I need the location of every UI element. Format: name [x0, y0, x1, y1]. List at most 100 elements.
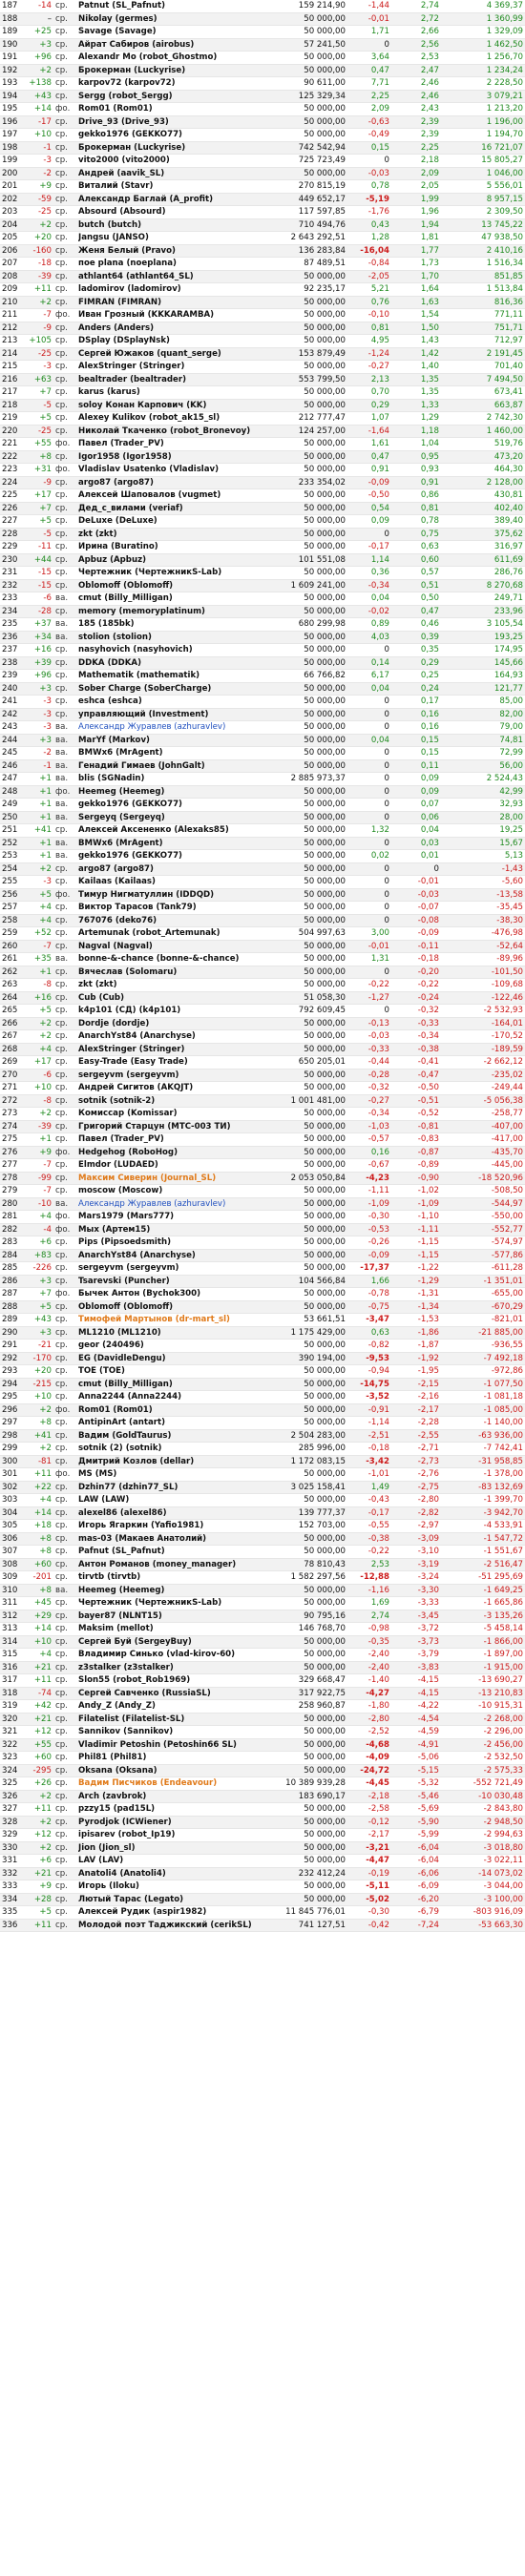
participant-name-cell[interactable]: moscow (Moscow)	[78, 1185, 274, 1197]
participant-name-cell[interactable]: Elmdor (LUDAED)	[78, 1159, 274, 1172]
participant-name-cell[interactable]: AlexStringer (Stringer)	[78, 361, 274, 373]
participant-name-cell[interactable]: Pips (Pipsoedsmith)	[78, 1236, 274, 1249]
participant-name-cell[interactable]: Игорь (Iloku)	[78, 1880, 274, 1893]
participant-name-cell[interactable]: Виталий (Stavr)	[78, 180, 274, 193]
participant-name-cell[interactable]: athlant64 (athlant64_SL)	[78, 271, 274, 283]
participant-name-cell[interactable]: 767076 (deko76)	[78, 915, 274, 927]
participant-name-cell[interactable]: Alexandr Mo (robot_Ghostmo)	[78, 52, 274, 64]
participant-name-cell[interactable]: Drive_93 (Drive_93)	[78, 116, 274, 129]
participant-name-cell[interactable]: TOE (TOE)	[78, 1365, 274, 1378]
participant-name-cell[interactable]: Ирина (Buratino)	[78, 541, 274, 553]
participant-name-cell[interactable]: Absourd (Absourd)	[78, 206, 274, 218]
participant-name-cell[interactable]: Мых (Артем15)	[78, 1224, 274, 1236]
participant-name-cell[interactable]: Сергей Савченко (RussiaSL)	[78, 1688, 274, 1700]
participant-name-cell[interactable]: AnarchYst84 (Anarchyse)	[78, 1250, 274, 1262]
participant-name-cell[interactable]: geor (240496)	[78, 1340, 274, 1352]
participant-name-cell[interactable]: Лютый Тарас (Legato)	[78, 1894, 274, 1906]
participant-name-cell[interactable]: Тимофей Мартынов (dr-mart_sl)	[78, 1314, 274, 1326]
participant-name-cell[interactable]: Дмитрий Козлов (dellar)	[78, 1456, 274, 1468]
participant-name-cell[interactable]: Сергей Южаков (quant_serge)	[78, 348, 274, 361]
participant-name-cell[interactable]: MS (MS)	[78, 1468, 274, 1481]
participant-name-cell[interactable]: Sober Charge (SoberCharge)	[78, 683, 274, 696]
participant-name-cell[interactable]: bonne-&-chance (bonne-&-chance)	[78, 953, 274, 966]
participant-name-cell[interactable]: Антон Романов (money_manager)	[78, 1559, 274, 1571]
participant-name-cell[interactable]: Николай Ткаченко (robot_Bronevoy)	[78, 426, 274, 438]
participant-name-cell[interactable]: bayer87 (NLNT15)	[78, 1610, 274, 1623]
participant-name-cell[interactable]: Anders (Anders)	[78, 322, 274, 335]
participant-name-cell[interactable]: AntipinArt (antart)	[78, 1417, 274, 1429]
participant-name-cell[interactable]: Вадим Писчиков (Endeavour)	[78, 1777, 274, 1790]
participant-name-cell[interactable]: ipisarev (robot_Ip19)	[78, 1829, 274, 1841]
participant-name-cell[interactable]: Kailaas (Kailaas)	[78, 876, 274, 888]
participant-name-cell[interactable]: sotnik (sotnik-2)	[78, 1095, 274, 1108]
participant-name-cell[interactable]: Генадий Гимаев (JohnGalt)	[78, 760, 274, 773]
participant-name-cell[interactable]: управляющий (Investment)	[78, 709, 274, 721]
participant-name-cell[interactable]: z3stalker (z3stalker)	[78, 1662, 274, 1674]
participant-name-cell[interactable]: Andy_Z (Andy_Z)	[78, 1700, 274, 1713]
participant-name-cell[interactable]: ladomirov (ladomirov)	[78, 283, 274, 296]
participant-name-cell[interactable]: gekko1976 (GEKKO77)	[78, 850, 274, 862]
participant-name-cell[interactable]: Apbuz (Apbuz)	[78, 554, 274, 567]
participant-name-cell[interactable]: DeLuxe (DeLuxe)	[78, 515, 274, 528]
participant-name-cell[interactable]: Виктор Тарасов (Tank79)	[78, 902, 274, 914]
participant-name-cell[interactable]: AlexStringer (Stringer)	[78, 1044, 274, 1056]
participant-name-cell[interactable]: Oblomoff (Oblomoff)	[78, 1301, 274, 1314]
participant-name-cell[interactable]: Sannikov (Sannikov)	[78, 1726, 274, 1738]
participant-name-cell[interactable]: Sergg (robot_Sergg)	[78, 91, 274, 103]
participant-name-cell[interactable]: butch (butch)	[78, 219, 274, 232]
participant-name-cell[interactable]: Pyrodjok (ICWiener)	[78, 1817, 274, 1829]
participant-name-cell[interactable]: Павел (Trader_PV)	[78, 1133, 274, 1146]
participant-name-cell[interactable]: Patnut (SL_Pafnut)	[78, 0, 274, 12]
participant-name-cell[interactable]: Dordje (dordje)	[78, 1018, 274, 1030]
participant-name-cell[interactable]: Владимир Синько (vlad-kirov-60)	[78, 1649, 274, 1661]
participant-name-cell[interactable]: Nikolay (germes)	[78, 13, 274, 26]
participant-name-cell[interactable]: Slon55 (robot_Rob1969)	[78, 1674, 274, 1687]
participant-name-cell[interactable]: Вячеслав (Solomaru)	[78, 966, 274, 979]
participant-name-cell[interactable]: Чертежник (ЧертежникS-Lab)	[78, 567, 274, 579]
participant-name-cell[interactable]: Vladislav Usatenko (Vladislav)	[78, 464, 274, 476]
participant-name-cell[interactable]: bealtrader (bealtrader)	[78, 374, 274, 386]
participant-name-cell[interactable]: Сергей Буй (SergeyBuy)	[78, 1636, 274, 1649]
participant-name-cell[interactable]: пое plana (noeplana)	[78, 258, 274, 270]
participant-name-cell[interactable]: Tsarevski (Puncher)	[78, 1276, 274, 1288]
participant-name-cell[interactable]: Игорь Ягаркин (Yafio1981)	[78, 1520, 274, 1532]
participant-name-cell[interactable]: Дед_с_вилами (veriaf)	[78, 503, 274, 515]
participant-name-cell[interactable]: nasyhovich (nasyhovich)	[78, 644, 274, 656]
participant-name-cell[interactable]: Hedgehog (RoboHog)	[78, 1147, 274, 1159]
participant-name-cell[interactable]: Брокерман (Luckyrise)	[78, 142, 274, 155]
participant-name-cell[interactable]: Oblomoff (Oblomoff)	[78, 580, 274, 592]
participant-name-cell[interactable]: EG (DavidleDengu)	[78, 1353, 274, 1365]
participant-name-cell[interactable]: Heemeg (Heemeg)	[78, 786, 274, 799]
participant-name-cell[interactable]: karpov72 (karpov72)	[78, 77, 274, 90]
participant-name-cell[interactable]: cmut (Billy_Milligan)	[78, 1379, 274, 1391]
participant-name-cell[interactable]: sotnik (2) (sotnik)	[78, 1443, 274, 1455]
participant-name-cell[interactable]: Anna2244 (Anna2244)	[78, 1391, 274, 1403]
participant-name-cell[interactable]: FIMRAN (FIMRAN)	[78, 297, 274, 309]
participant-name-cell[interactable]: Александр Журавлев (azhuravlev)	[78, 1198, 274, 1211]
participant-name-cell[interactable]: Igor1958 (Igor1958)	[78, 451, 274, 464]
participant-name-cell[interactable]: Mars1979 (Mars777)	[78, 1211, 274, 1223]
participant-name-cell[interactable]: Максим Сиверин (Journal_SL)	[78, 1173, 274, 1185]
participant-name-cell[interactable]: blis (SGNadin)	[78, 773, 274, 785]
participant-name-cell[interactable]: Alexey Kulikov (robot_ak15_sl)	[78, 412, 274, 425]
participant-name-cell[interactable]: Андрей Сигитов (AKQJT)	[78, 1082, 274, 1094]
participant-name-cell[interactable]: Женя Белый (Pravo)	[78, 245, 274, 258]
participant-name-cell[interactable]: DSplay (DSplayNsk)	[78, 335, 274, 347]
participant-name-cell[interactable]: argo87 (argo87)	[78, 477, 274, 489]
participant-name-cell[interactable]: ML1210 (ML1210)	[78, 1327, 274, 1340]
participant-name-cell[interactable]: Savage (Savage)	[78, 26, 274, 38]
participant-name-cell[interactable]: BMWx6 (MrAgent)	[78, 838, 274, 850]
participant-name-cell[interactable]: Jangsu (JANSO)	[78, 232, 274, 244]
participant-name-cell[interactable]: Александр Журавлев (azhuravlev)	[78, 721, 274, 734]
participant-name-cell[interactable]: sergeyvm (sergeyvm)	[78, 1070, 274, 1082]
participant-name-cell[interactable]: sergeyvm (sergeyvm)	[78, 1262, 274, 1275]
participant-name-cell[interactable]: LAV (LAV)	[78, 1855, 274, 1867]
participant-name-cell[interactable]: mas-03 (Макаев Анатолий)	[78, 1533, 274, 1546]
participant-name-cell[interactable]: Вадим (GoldTaurus)	[78, 1430, 274, 1443]
participant-name-cell[interactable]: Алексей Аксененко (Alexaks85)	[78, 824, 274, 837]
participant-name-cell[interactable]: Чертежник (ЧертежникS-Lab)	[78, 1597, 274, 1610]
participant-name-cell[interactable]: Rom01 (Rom01)	[78, 103, 274, 115]
participant-name-cell[interactable]: Sergeyq (Sergeyq)	[78, 812, 274, 824]
participant-name-cell[interactable]: Брокерман (Luckyrise)	[78, 65, 274, 77]
participant-name-cell[interactable]: pzzy15 (pad15L)	[78, 1803, 274, 1816]
